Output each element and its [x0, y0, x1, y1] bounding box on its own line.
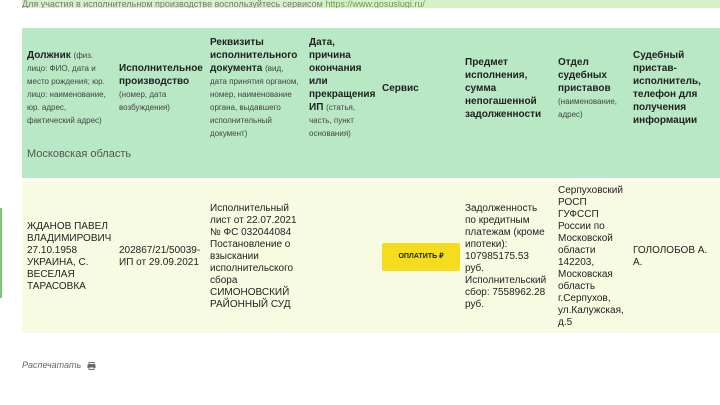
header-bailiff: Судебный пристав-исполнитель, телефон дл…: [628, 28, 720, 148]
top-note-text: Для участия в исполнительном производств…: [22, 0, 323, 8]
header-proceeding: Исполнительное производство (номер, дата…: [114, 28, 205, 148]
pay-button[interactable]: ОПЛАТИТЬ ₽: [382, 243, 460, 271]
row-indicator: [0, 208, 2, 298]
gosuslugi-link[interactable]: https://www.gosuslugi.ru/: [325, 0, 425, 8]
header-department: Отдел судебных приставов (наименование, …: [553, 28, 628, 148]
printer-icon: [87, 361, 96, 370]
header-end: Дата, причина окончания или прекращения …: [304, 28, 377, 148]
top-note: Для участия в исполнительном производств…: [22, 0, 720, 8]
region-row: Московская область: [22, 148, 720, 180]
cell-document: Исполнительный лист от 22.07.2021 № ФС 0…: [205, 178, 304, 333]
proceedings-table: Должник (физ. лицо: ФИО, дата и место ро…: [22, 28, 720, 333]
region-name: Московская область: [22, 148, 720, 180]
cell-end: [304, 178, 377, 333]
cell-bailiff: ГОЛОЛОБОВ А. А.: [628, 178, 720, 333]
print-label: Распечатать: [22, 360, 82, 370]
cell-subject: Задолженность по кредитным платежам (кро…: [460, 178, 553, 333]
header-service: Сервис: [377, 28, 460, 148]
cell-debtor: ЖДАНОВ ПАВЕЛ ВЛАДИМИРОВИЧ 27.10.1958 УКР…: [22, 178, 114, 333]
header-subject: Предмет исполнения, сумма непогашенной з…: [460, 28, 553, 148]
table-header: Должник (физ. лицо: ФИО, дата и место ро…: [22, 28, 720, 148]
cell-department: Серпуховский РОСП ГУФССП России по Моско…: [553, 178, 628, 333]
table-row: ЖДАНОВ ПАВЕЛ ВЛАДИМИРОВИЧ 27.10.1958 УКР…: [22, 178, 720, 333]
header-document: Реквизиты исполнительного документа (вид…: [205, 28, 304, 148]
cell-proceeding: 202867/21/50039-ИП от 29.09.2021: [114, 178, 205, 333]
header-debtor: Должник (физ. лицо: ФИО, дата и место ро…: [22, 28, 114, 148]
print-link[interactable]: Распечатать: [22, 360, 96, 370]
cell-service: ОПЛАТИТЬ ₽: [377, 178, 460, 333]
